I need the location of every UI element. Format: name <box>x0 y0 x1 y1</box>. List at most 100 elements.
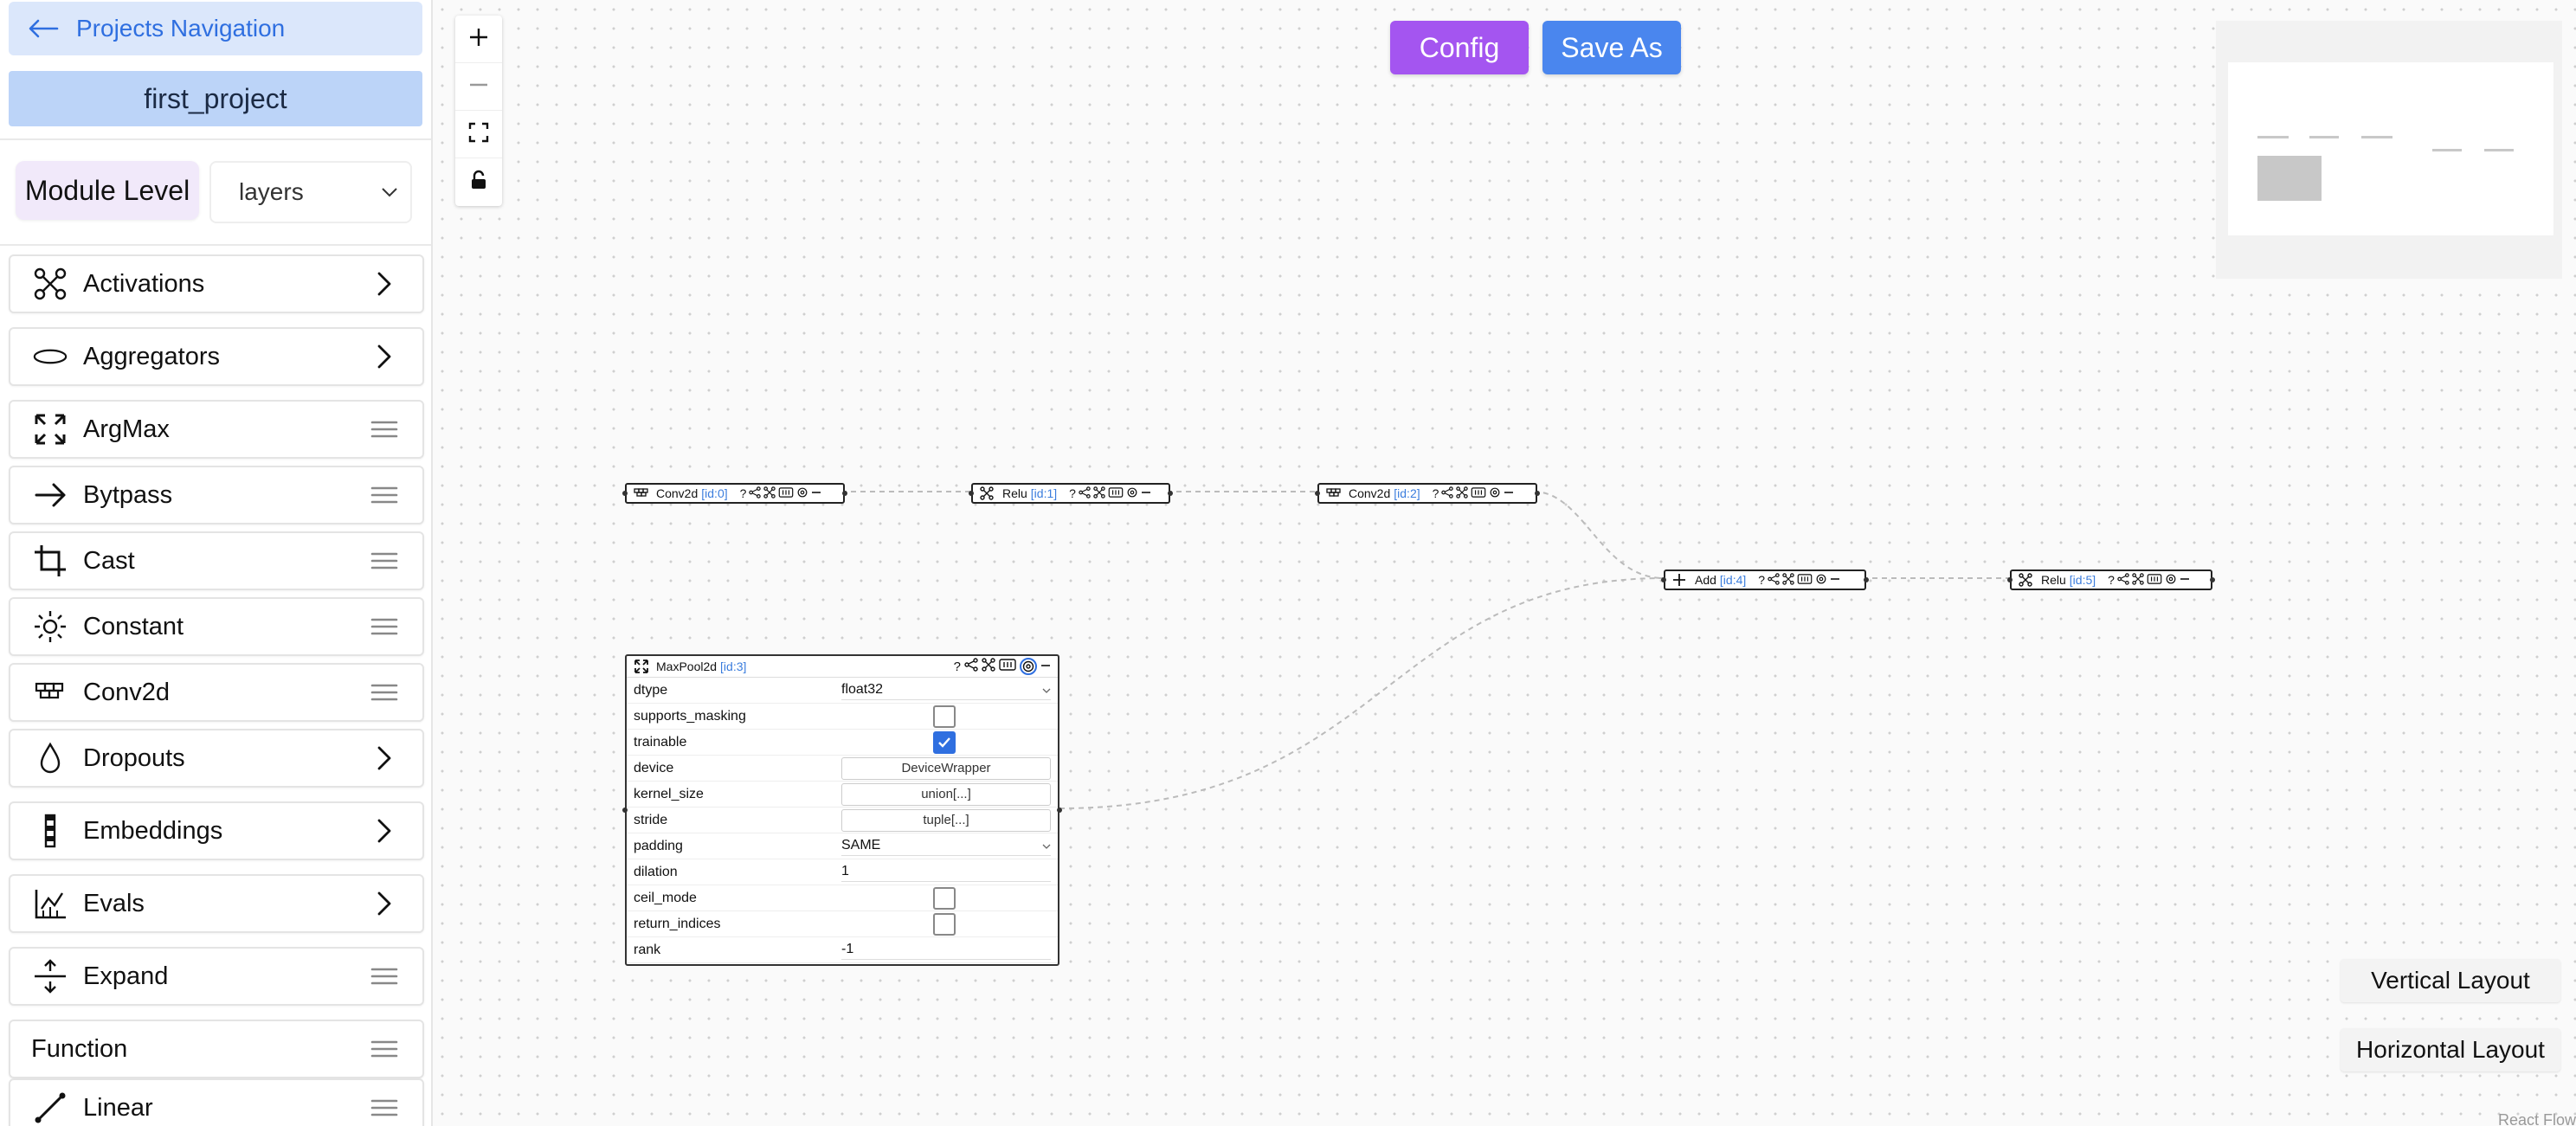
help-icon[interactable]: ? <box>2108 573 2115 587</box>
project-name[interactable]: first_project <box>9 71 422 126</box>
input-handle[interactable] <box>622 491 628 496</box>
code-icon[interactable] <box>2147 573 2162 587</box>
sidebar-item-constant[interactable]: Constant <box>9 597 424 656</box>
drag-handle-icon[interactable] <box>364 544 405 578</box>
graph-node-relu[interactable]: Relu [id:1]? <box>969 483 1173 504</box>
horizontal-layout-button[interactable]: Horizontal Layout <box>2341 1028 2560 1071</box>
code-icon[interactable] <box>1471 486 1486 500</box>
chevron-right-icon[interactable] <box>364 814 405 848</box>
react-flow-attribution[interactable]: React Flow <box>2498 1111 2576 1126</box>
input-handle[interactable] <box>969 491 974 496</box>
drag-handle-icon[interactable] <box>364 1091 405 1125</box>
share-icon[interactable] <box>2117 572 2129 588</box>
param-button-stride[interactable]: tuple[...] <box>841 808 1051 832</box>
settings-icon[interactable] <box>1020 658 1037 675</box>
chevron-right-icon[interactable] <box>364 886 405 921</box>
drag-handle-icon[interactable] <box>364 1032 405 1066</box>
output-handle[interactable] <box>1168 491 1173 496</box>
sidebar-item-argmax[interactable]: ArgMax <box>9 400 424 459</box>
help-icon[interactable]: ? <box>1758 573 1765 587</box>
activations-icon[interactable] <box>1093 486 1105 501</box>
sidebar-item-bytpass[interactable]: Bytpass <box>9 466 424 524</box>
code-icon[interactable] <box>778 486 794 500</box>
collapse-icon[interactable] <box>1504 486 1514 500</box>
flow-canvas[interactable]: Config Save As Conv2d [id:0] ? Relu [id:… <box>433 0 2576 1126</box>
code-icon[interactable] <box>1108 486 1124 500</box>
settings-icon[interactable] <box>2165 573 2177 588</box>
graph-node-conv2d[interactable]: Conv2d [id:0]? <box>622 483 847 504</box>
param-select-dtype[interactable]: float32 <box>841 680 1051 700</box>
share-icon[interactable] <box>1079 486 1091 501</box>
projects-navigation-button[interactable]: Projects Navigation <box>9 2 422 55</box>
param-button-device[interactable]: DeviceWrapper <box>841 756 1051 780</box>
sidebar-item-cast[interactable]: Cast <box>9 531 424 590</box>
graph-node-add[interactable]: Add [id:4]? <box>1661 569 1869 590</box>
graph-node-conv2d[interactable]: Conv2d [id:2]? <box>1315 483 1540 504</box>
collapse-icon[interactable] <box>1830 573 1840 587</box>
sidebar-item-function[interactable]: Function <box>9 1020 424 1078</box>
collapse-icon[interactable] <box>811 486 821 500</box>
param-checkbox-trainable[interactable] <box>933 730 956 754</box>
maxpool-node-header[interactable]: MaxPool2d [id:3] ? <box>627 656 1058 678</box>
output-handle[interactable] <box>2210 577 2215 582</box>
param-checkbox-supports-masking[interactable] <box>933 705 956 728</box>
settings-icon[interactable] <box>796 486 808 501</box>
share-icon[interactable] <box>749 486 762 501</box>
sidebar-item-dropouts[interactable]: Dropouts <box>9 729 424 788</box>
share-icon[interactable] <box>964 658 978 675</box>
help-icon[interactable]: ? <box>1069 486 1076 500</box>
activations-icon[interactable] <box>2132 572 2144 588</box>
activations-icon[interactable] <box>1782 572 1794 588</box>
graph-node-relu[interactable]: Relu [id:5]? <box>2007 569 2215 590</box>
input-handle[interactable] <box>622 808 628 813</box>
code-icon[interactable] <box>1797 573 1813 587</box>
help-icon[interactable]: ? <box>1433 486 1439 500</box>
param-input-dilation[interactable]: 1 <box>841 862 1051 882</box>
collapse-icon[interactable] <box>2180 573 2190 587</box>
param-select-padding[interactable]: SAME <box>841 836 1051 856</box>
help-icon[interactable]: ? <box>954 660 961 674</box>
maxpool-node[interactable]: MaxPool2d [id:3] ? dtype float32 supports_… <box>622 654 1062 966</box>
module-level-button[interactable]: Module Level <box>16 161 199 220</box>
collapse-icon[interactable] <box>1141 486 1151 500</box>
param-checkbox-ceil-mode[interactable] <box>933 886 956 910</box>
drag-handle-icon[interactable] <box>364 609 405 644</box>
activations-icon[interactable] <box>1456 486 1469 501</box>
param-checkbox-return-indices[interactable] <box>933 912 956 936</box>
layer-select[interactable]: layers <box>209 161 412 223</box>
share-icon[interactable] <box>1441 486 1454 501</box>
help-icon[interactable]: ? <box>740 486 747 500</box>
input-handle[interactable] <box>1315 491 1320 496</box>
sidebar-item-embeddings[interactable]: Embeddings <box>9 801 424 860</box>
vertical-layout-button[interactable]: Vertical Layout <box>2341 959 2560 1002</box>
param-input-rank[interactable]: -1 <box>841 940 1051 960</box>
drag-handle-icon[interactable] <box>364 959 405 994</box>
output-handle[interactable] <box>1535 491 1540 496</box>
sidebar-item-expand[interactable]: Expand <box>9 947 424 1006</box>
settings-icon[interactable] <box>1126 486 1138 501</box>
output-handle[interactable] <box>842 491 847 496</box>
output-handle[interactable] <box>1864 577 1869 582</box>
code-icon[interactable] <box>999 659 1016 674</box>
collapse-icon[interactable] <box>1040 660 1051 674</box>
share-icon[interactable] <box>1768 572 1780 588</box>
output-handle[interactable] <box>1057 808 1062 813</box>
activations-icon[interactable] <box>982 658 995 675</box>
sidebar-item-conv2d[interactable]: Conv2d <box>9 663 424 722</box>
activations-icon[interactable] <box>763 486 776 501</box>
sidebar-item-aggregators[interactable]: Aggregators <box>9 327 424 386</box>
settings-icon[interactable] <box>1815 573 1827 588</box>
chevron-right-icon[interactable] <box>364 267 405 301</box>
chevron-right-icon[interactable] <box>364 741 405 775</box>
chevron-right-icon[interactable] <box>364 339 405 374</box>
input-handle[interactable] <box>2007 577 2012 582</box>
sidebar-item-linear[interactable]: Linear <box>9 1078 424 1126</box>
sidebar-item-evals[interactable]: Evals <box>9 874 424 933</box>
input-handle[interactable] <box>1661 577 1666 582</box>
drag-handle-icon[interactable] <box>364 412 405 447</box>
sidebar-item-activations[interactable]: Activations <box>9 254 424 313</box>
settings-icon[interactable] <box>1489 486 1501 501</box>
drag-handle-icon[interactable] <box>364 675 405 710</box>
drag-handle-icon[interactable] <box>364 478 405 512</box>
param-button-kernel-size[interactable]: union[...] <box>841 782 1051 806</box>
